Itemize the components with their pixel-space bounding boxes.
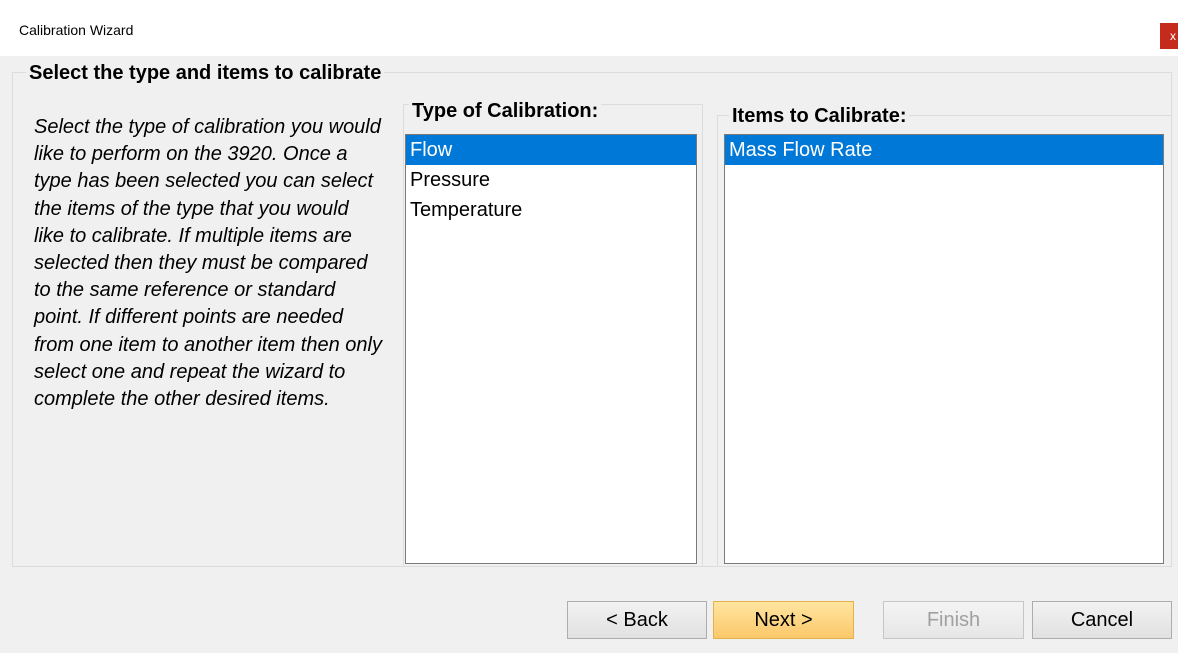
close-icon: x <box>1170 29 1176 43</box>
window-title: Calibration Wizard <box>19 22 134 38</box>
back-button[interactable]: < Back <box>567 601 707 639</box>
type-listbox[interactable]: Flow Pressure Temperature <box>405 134 697 564</box>
list-item-label: Flow <box>410 139 453 161</box>
list-item-temperature[interactable]: Temperature <box>406 195 696 225</box>
list-item-pressure[interactable]: Pressure <box>406 165 696 195</box>
list-item-flow[interactable]: Flow <box>406 135 696 165</box>
close-button[interactable]: x <box>1160 23 1178 49</box>
calibration-wizard-window: Calibration Wizard x Select the type and… <box>0 0 1178 653</box>
instructions-text: Select the type of calibration you would… <box>34 116 382 411</box>
list-item-mass-flow-rate[interactable]: Mass Flow Rate <box>725 135 1163 165</box>
finish-button[interactable]: Finish <box>883 601 1024 639</box>
items-listbox[interactable]: Mass Flow Rate <box>724 134 1164 564</box>
next-button[interactable]: Next > <box>713 601 854 639</box>
items-panel-title: Items to Calibrate: <box>729 105 910 128</box>
group-title: Select the type and items to calibrate <box>26 62 385 85</box>
list-item-label: Pressure <box>410 169 491 191</box>
list-item-label: Temperature <box>410 199 523 221</box>
cancel-button[interactable]: Cancel <box>1032 601 1172 639</box>
type-panel-title: Type of Calibration: <box>409 100 602 123</box>
title-bar: Calibration Wizard x <box>0 0 1178 56</box>
list-item-label: Mass Flow Rate <box>729 139 873 161</box>
